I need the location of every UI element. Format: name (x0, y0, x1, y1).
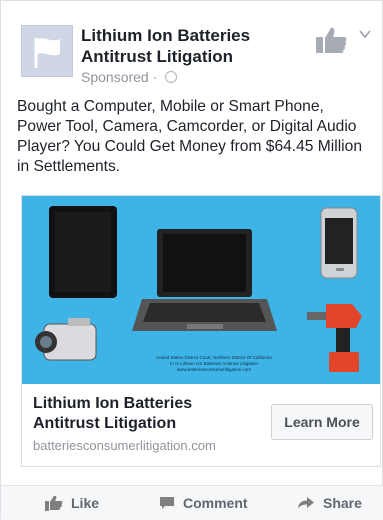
page-name[interactable]: Lithium Ion Batteries Antitrust Litigati… (81, 25, 291, 67)
globe-icon (165, 71, 178, 83)
sponsored-post-card: Lithium Ion Batteries Antitrust Litigati… (0, 0, 383, 520)
share-icon (298, 497, 314, 509)
ad-title[interactable]: Lithium Ion Batteries Antitrust Litigati… (33, 394, 253, 434)
post-actions-bar: Like Comment Share (1, 485, 383, 520)
learn-more-button[interactable]: Learn More (271, 404, 373, 440)
sponsored-label: Sponsored · (81, 69, 178, 85)
drill-illustration (307, 304, 362, 372)
page-avatar[interactable] (21, 25, 73, 77)
thumbs-up-icon[interactable] (314, 25, 348, 55)
like-icon (45, 495, 63, 511)
sponsored-text: Sponsored · (81, 69, 158, 85)
like-label: Like (71, 495, 100, 511)
svg-text:In re Lithium Ion Batteries An: In re Lithium Ion Batteries Antitrust Li… (170, 361, 259, 366)
chevron-down-icon[interactable] (358, 27, 372, 41)
flag-icon (34, 38, 60, 68)
post-header: Lithium Ion Batteries Antitrust Litigati… (17, 19, 372, 89)
svg-text:www.batteriesconsumerlitigatio: www.batteriesconsumerlitigation.com (177, 367, 251, 372)
ad-image[interactable]: United States District Court, Northern D… (22, 196, 380, 384)
ad-link-card[interactable]: United States District Court, Northern D… (21, 195, 381, 467)
camcorder-illustration (35, 318, 97, 361)
ad-info[interactable]: Lithium Ion Batteries Antitrust Litigati… (22, 384, 380, 466)
ad-url[interactable]: batteriesconsumerlitigation.com (33, 438, 216, 453)
like-button[interactable]: Like (45, 488, 99, 518)
comment-label: Comment (183, 495, 248, 511)
laptop-illustration (132, 229, 277, 331)
tablet-illustration (49, 206, 117, 298)
comment-icon (160, 497, 174, 509)
share-label: Share (323, 495, 362, 511)
smartphone-illustration (320, 207, 358, 279)
post-text: Bought a Computer, Mobile or Smart Phone… (17, 98, 362, 175)
share-button[interactable]: Share (297, 488, 362, 518)
comment-button[interactable]: Comment (159, 488, 248, 518)
svg-text:United States District Court,: United States District Court, Northern D… (156, 355, 272, 360)
product-illustration: United States District Court, Northern D… (35, 206, 362, 372)
